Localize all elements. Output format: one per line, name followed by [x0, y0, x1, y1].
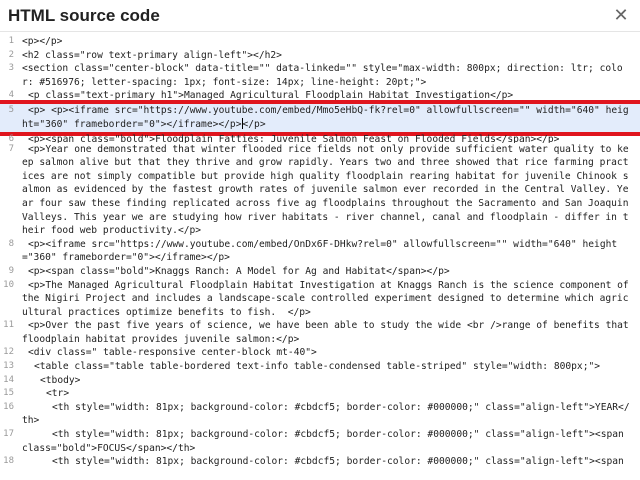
code-line: 15 <tr> [0, 387, 640, 401]
code-line: 8 <p><iframe src="https://www.youtube.com… [0, 238, 640, 265]
code-line: 6 <p><span class="bold">Floodplain Fattie… [0, 133, 640, 143]
line-text: <tbody> [40, 374, 81, 386]
line-number: 16 [3, 401, 14, 412]
line-text: <table class="table table-bordered text-… [34, 361, 601, 373]
code-line: 4 <p class="text-primary h1">Managed Agri… [0, 89, 640, 100]
code-line: 17 <th style="width: 81px; background-col… [0, 428, 640, 455]
code-line: 1 <p></p> [0, 35, 640, 49]
line-number: 13 [3, 361, 14, 372]
code-line: 10 <p>The Managed Agricultural Floodplain… [0, 279, 640, 320]
line-text: <p> <p><iframe src="https://www.youtube.… [22, 105, 629, 130]
code-line: 16 <th style="width: 81px; background-col… [0, 401, 640, 428]
line-text: <p>Year one demonstrated that winter flo… [22, 143, 635, 237]
code-editor[interactable]: 1 <p></p> 2 <h2 class="row text-primary al… [0, 35, 640, 480]
line-number: 15 [3, 388, 14, 399]
line-number: 2 [8, 49, 14, 60]
line-text: <p class="text-primary h1">Managed Agric… [28, 90, 514, 101]
line-number: 17 [3, 429, 14, 440]
line-number: 1 [8, 36, 14, 46]
line-number: 14 [3, 374, 14, 385]
close-icon[interactable]: ✕ [610, 5, 632, 27]
code-line: 12 <div class=" table-responsive center-b… [0, 346, 640, 360]
code-line: 18 <th style="width: 81px; background-col… [0, 455, 640, 469]
code-line: 9 <p><span class="bold">Knaggs Ranch: A M… [0, 265, 640, 279]
line-number: 8 [8, 238, 14, 249]
line-text: <th style="width: 81px; background-color… [22, 429, 630, 454]
source-code-dialog: HTML source code ✕ 1 <p></p> 2 <h2 class="… [0, 0, 640, 467]
line-number: 18 [3, 456, 14, 467]
code-line-highlighted: 5 <p> <p><iframe src="https://www.youtube… [0, 104, 640, 132]
line-text: <th style="width: 81px; background-color… [22, 401, 630, 427]
code-line: 3 <section class="center-block" data-titl… [0, 62, 640, 89]
line-number: 6 [8, 133, 14, 143]
line-text: <p>The Managed Agricultural Floodplain H… [22, 279, 635, 318]
line-text: <p>Over the past five years of science, … [22, 320, 635, 345]
line-text: <div class=" table-responsive center-blo… [28, 347, 317, 359]
line-text: <h2 class="row text-primary align-left">… [22, 49, 282, 61]
dialog-title: HTML source code [8, 5, 160, 25]
line-text: <p></p> [22, 36, 63, 47]
code-line: 11 <p>Over the past five years of science… [0, 319, 640, 346]
line-number: 12 [3, 347, 14, 358]
line-text: <th style="width: 81px; background-color… [52, 456, 624, 468]
line-text: <p><span class="bold">Floodplain Fatties… [28, 133, 560, 143]
code-line: 7 <p>Year one demonstrated that winter fl… [0, 143, 640, 238]
line-text: <section class="center-block" data-title… [22, 63, 623, 88]
code-line: 14 <tbody> [0, 374, 640, 388]
line-number: 4 [8, 90, 14, 101]
line-number: 11 [3, 320, 14, 331]
line-number: 7 [8, 143, 14, 154]
line-number: 5 [8, 105, 14, 116]
line-text: <p><iframe src="https://www.youtube.com/… [22, 238, 618, 264]
line-number: 9 [8, 265, 14, 276]
line-number: 3 [8, 63, 14, 74]
line-text: <tr> [46, 388, 70, 400]
line-text: <p><span class="bold">Knaggs Ranch: A Mo… [28, 265, 450, 277]
line-text-after-cursor: </p> [242, 118, 266, 130]
code-line: 13 <table class="table table-bordered tex… [0, 360, 640, 374]
dialog-titlebar: HTML source code ✕ [0, 0, 640, 32]
code-line: 2 <h2 class="row text-primary align-left"… [0, 49, 640, 63]
line-number: 10 [3, 279, 14, 290]
